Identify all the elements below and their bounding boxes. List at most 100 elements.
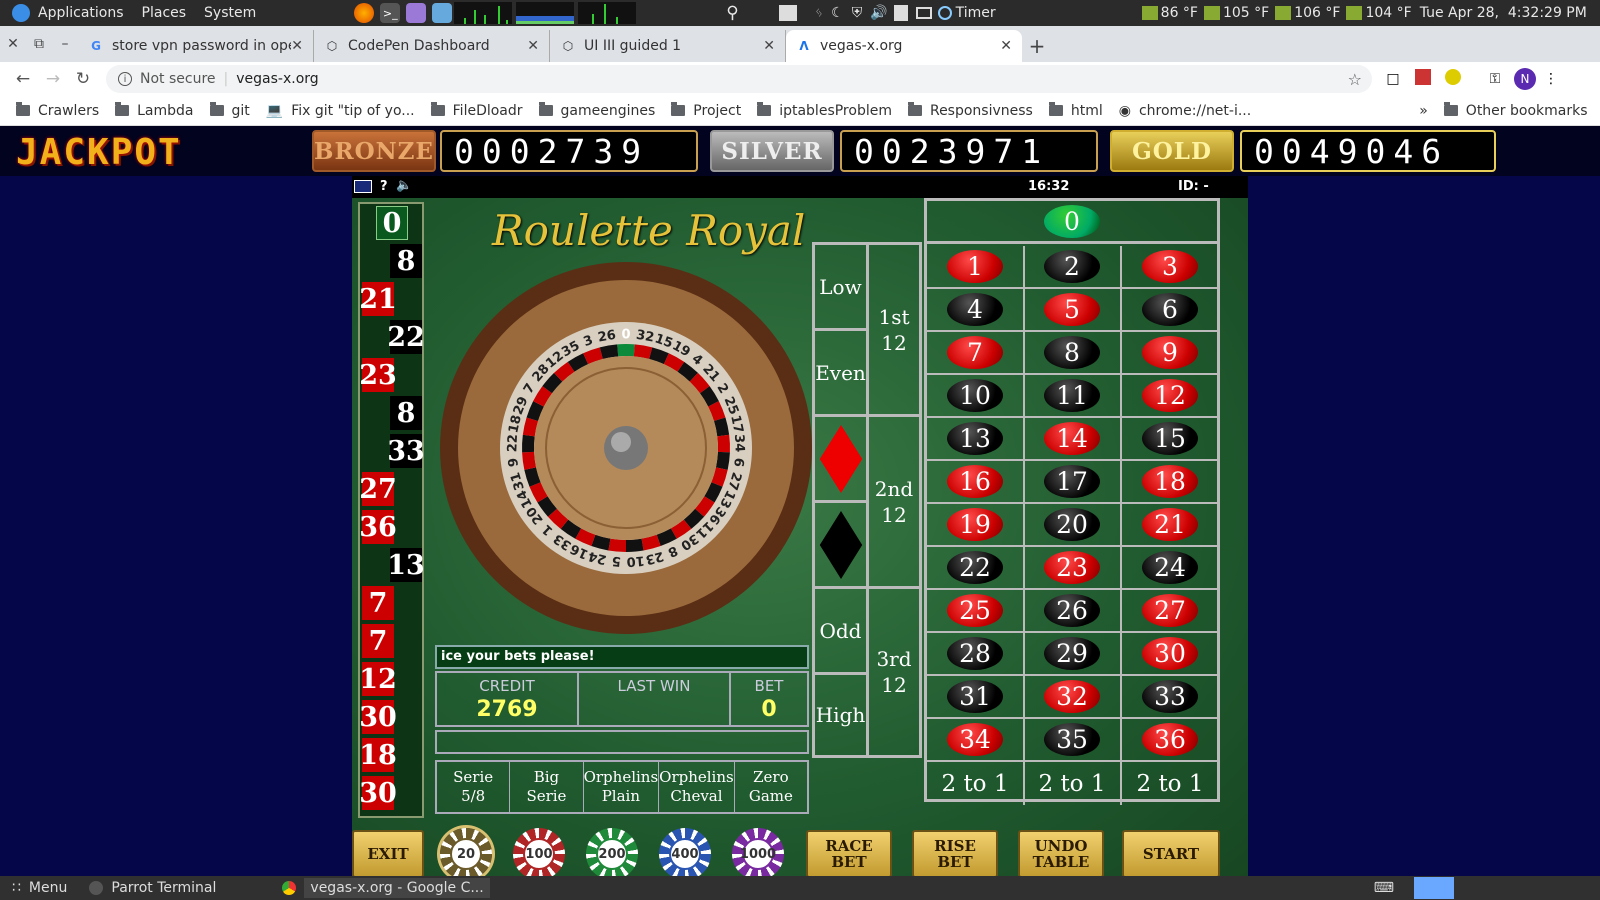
bet-zero[interactable]: 0 xyxy=(927,201,1217,244)
bet-3rd-12[interactable]: 3rd 12 xyxy=(869,589,919,755)
chrome-tray-icon[interactable] xyxy=(1414,877,1454,899)
close-tab-icon[interactable]: ✕ xyxy=(291,38,303,54)
close-tab-icon[interactable]: ✕ xyxy=(1000,38,1012,54)
bet-number-7[interactable]: 7 xyxy=(927,332,1025,375)
notes-launcher-icon[interactable] xyxy=(406,3,427,23)
menu-button[interactable]: Menu xyxy=(29,880,67,896)
bet-number-1[interactable]: 1 xyxy=(927,246,1025,289)
applications-menu[interactable]: Applications xyxy=(38,5,124,21)
race-bet-button[interactable]: RACE BET xyxy=(806,830,892,878)
screenshot-tray-icon[interactable] xyxy=(778,5,797,21)
bet-number-16[interactable]: 16 xyxy=(927,461,1025,504)
places-menu[interactable]: Places xyxy=(142,5,187,21)
night-mode-icon[interactable]: ☾ xyxy=(831,5,844,21)
bet-column-2[interactable]: 2 to 1 xyxy=(1024,762,1122,805)
help-button[interactable]: ? xyxy=(380,179,388,194)
bet-2nd-12[interactable]: 2nd 12 xyxy=(869,417,919,589)
cast-icon[interactable]: □ xyxy=(1378,71,1408,87)
new-tab-button[interactable]: + xyxy=(1022,30,1052,62)
bet-number-18[interactable]: 18 xyxy=(1121,461,1219,504)
firefox-launcher-icon[interactable] xyxy=(354,3,375,23)
bet-high[interactable]: High xyxy=(815,675,869,755)
bet-number-2[interactable]: 2 xyxy=(1024,246,1122,289)
system-menu[interactable]: System xyxy=(204,5,256,21)
tab-vegas-x[interactable]: Λvegas-x.org ✕ xyxy=(786,30,1022,62)
bluetooth-icon[interactable]: ᛃ xyxy=(815,5,823,21)
bet-odd[interactable]: Odd xyxy=(815,589,869,675)
bet-column-3[interactable]: 2 to 1 xyxy=(1121,762,1219,805)
tab-codepen-dashboard[interactable]: ⬡ CodePen Dashboard ✕ xyxy=(314,30,550,62)
bookmark-star-icon[interactable]: ☆ xyxy=(1348,70,1362,89)
bet-number-20[interactable]: 20 xyxy=(1024,504,1122,547)
race-orphelins-cheval[interactable]: Orphelins Cheval xyxy=(659,762,735,812)
chip-200[interactable]: 200 xyxy=(586,828,638,880)
keyboard-tray-icon[interactable]: ⌨ xyxy=(1374,880,1394,896)
bet-number-36[interactable]: 36 xyxy=(1121,719,1219,762)
parrot-logo-icon[interactable] xyxy=(12,4,30,22)
chip-100[interactable]: 100 xyxy=(513,828,565,880)
start-button[interactable]: START xyxy=(1122,830,1220,878)
bet-even[interactable]: Even xyxy=(815,331,869,417)
close-tab-icon[interactable]: ✕ xyxy=(527,38,539,54)
bet-low[interactable]: Low xyxy=(815,245,869,331)
close-window-icon[interactable]: ✕ xyxy=(0,26,26,62)
bookmark-crawlers[interactable]: Crawlers xyxy=(16,102,99,119)
bet-number-34[interactable]: 34 xyxy=(927,719,1025,762)
search-icon[interactable]: ⚲ xyxy=(726,3,738,23)
bet-number-32[interactable]: 32 xyxy=(1024,676,1122,719)
chip-400[interactable]: 400 xyxy=(659,828,711,880)
bookmark-lambda[interactable]: Lambda xyxy=(115,102,194,119)
minimize-window-icon[interactable]: – xyxy=(52,26,78,62)
rise-bet-button[interactable]: RISE BET xyxy=(912,830,998,878)
chip-1000[interactable]: 1000 xyxy=(732,828,784,880)
bet-number-4[interactable]: 4 xyxy=(927,289,1025,332)
url-text[interactable]: vegas-x.org xyxy=(236,71,318,87)
security-label[interactable]: Not secure xyxy=(140,71,216,87)
bet-number-8[interactable]: 8 xyxy=(1024,332,1122,375)
undo-table-button[interactable]: UNDO TABLE xyxy=(1018,830,1104,878)
bookmark-project[interactable]: Project xyxy=(671,102,741,119)
volume-icon[interactable]: 🔊 xyxy=(870,5,887,21)
bet-number-22[interactable]: 22 xyxy=(927,547,1025,590)
bookmark-responsivness[interactable]: Responsivness xyxy=(907,102,1033,119)
clipboard-icon[interactable] xyxy=(893,5,908,21)
bookmark-filedloadr[interactable]: FileDloadr xyxy=(430,102,523,119)
close-tab-icon[interactable]: ✕ xyxy=(763,38,775,54)
tab-ui-guided[interactable]: ⬡ UI III guided 1 ✕ xyxy=(550,30,786,62)
bookmark-fix-git[interactable]: 💻 Fix git "tip of yo... xyxy=(266,103,415,119)
terminal-launcher-icon[interactable]: >_ xyxy=(380,3,401,23)
omnibox[interactable]: i Not secure | vegas-x.org ☆ xyxy=(106,65,1372,93)
bet-number-29[interactable]: 29 xyxy=(1024,633,1122,676)
race-orphelins-plain[interactable]: Orphelins Plain xyxy=(584,762,660,812)
bet-red[interactable] xyxy=(815,417,869,503)
bet-number-19[interactable]: 19 xyxy=(927,504,1025,547)
exit-button[interactable]: EXIT xyxy=(352,830,424,878)
extension-yellow-icon[interactable] xyxy=(1438,69,1468,89)
bet-number-30[interactable]: 30 xyxy=(1121,633,1219,676)
tab-google-search[interactable]: Gstore vpn password in ope ✕ xyxy=(78,30,314,62)
shield-icon[interactable]: ⛨ xyxy=(852,5,863,21)
timer-icon[interactable] xyxy=(937,6,952,20)
bet-number-23[interactable]: 23 xyxy=(1024,547,1122,590)
chip-20[interactable]: 20 xyxy=(440,828,492,880)
bookmark-gameengines[interactable]: gameengines xyxy=(538,102,655,119)
bet-number-35[interactable]: 35 xyxy=(1024,719,1122,762)
bet-number-5[interactable]: 5 xyxy=(1024,289,1122,332)
race-big-serie[interactable]: Big Serie xyxy=(510,762,584,812)
bet-number-28[interactable]: 28 xyxy=(927,633,1025,676)
reload-icon[interactable]: ↻ xyxy=(68,69,98,89)
bookmark-iptables[interactable]: iptablesProblem xyxy=(757,102,892,119)
info-icon[interactable]: i xyxy=(118,72,132,86)
bet-number-25[interactable]: 25 xyxy=(927,590,1025,633)
menu-kebab-icon[interactable]: ⋮ xyxy=(1536,71,1566,87)
race-zero-game[interactable]: Zero Game xyxy=(735,762,807,812)
bet-number-24[interactable]: 24 xyxy=(1121,547,1219,590)
editor-launcher-icon[interactable] xyxy=(432,3,453,23)
bet-number-14[interactable]: 14 xyxy=(1024,418,1122,461)
bet-number-13[interactable]: 13 xyxy=(927,418,1025,461)
back-icon[interactable]: ← xyxy=(8,69,38,89)
bet-number-10[interactable]: 10 xyxy=(927,375,1025,418)
display-icon[interactable] xyxy=(915,7,932,19)
bookmark-chrome-net[interactable]: ◉ chrome://net-i... xyxy=(1119,103,1251,119)
bet-number-27[interactable]: 27 xyxy=(1121,590,1219,633)
